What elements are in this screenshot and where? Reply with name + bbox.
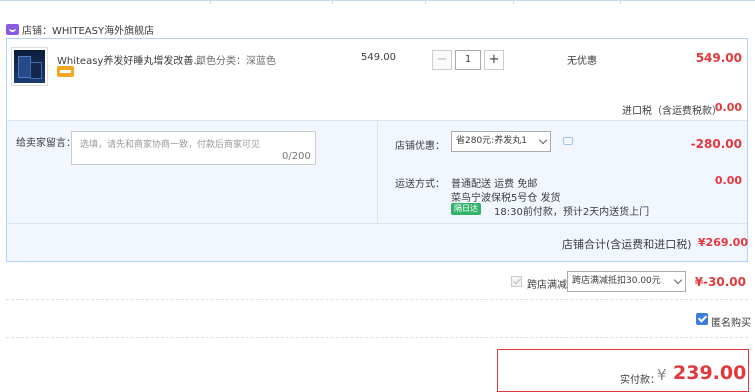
shipping-eta: 18:30前付款，预计2天内送货上门 — [494, 207, 650, 218]
next-day-badge: 隔日达 — [451, 203, 481, 215]
shop-discount-value: -280.00 — [690, 137, 742, 151]
product-title[interactable]: Whiteasy养发好睡丸增发改善... — [57, 52, 203, 67]
chevron-down-icon — [673, 275, 683, 285]
qty-input[interactable]: 1 — [455, 50, 481, 70]
shop-discount-selected: 省280元:养发丸1 — [456, 136, 527, 146]
chat-icon[interactable] — [563, 137, 573, 145]
card-payment-icon — [57, 66, 74, 77]
shipping-label: 运送方式： — [395, 179, 445, 190]
cross-store-value: ¥-30.00 — [694, 275, 746, 289]
cross-store-select[interactable]: 跨店满减抵扣30.00元 — [567, 271, 686, 292]
dashed-divider — [6, 337, 748, 338]
message-char-count: 0/200 — [282, 151, 311, 162]
shop-name[interactable]: 店铺：WHITEASY海外旗舰店 — [22, 22, 154, 37]
quantity-stepper: − 1 + — [432, 50, 504, 70]
message-label: 给卖家留言： — [16, 138, 76, 149]
unit-price: 549.00 — [361, 52, 396, 63]
payment-label: 实付款： — [620, 375, 660, 386]
dashed-divider — [6, 299, 748, 300]
column-divider — [377, 121, 378, 223]
anonymous-checkbox[interactable] — [696, 313, 708, 325]
product-thumbnail[interactable] — [11, 47, 48, 86]
qty-minus-button[interactable]: − — [432, 50, 452, 70]
cross-store-checkbox[interactable] — [511, 276, 522, 287]
cross-store-label: 跨店满减 — [527, 280, 567, 291]
item-subtotal: 549.00 — [695, 51, 742, 65]
divider — [7, 223, 747, 224]
shipping-warehouse: 菜鸟宁波保税5号仓 发货 — [451, 193, 561, 204]
shop-discount-select[interactable]: 省280元:养发丸1 — [451, 131, 551, 152]
shop-total-label: 店铺合计(含运费和进口税) — [562, 238, 692, 251]
import-tax-label: 进口税（含运费税款） — [622, 106, 722, 117]
top-divider — [0, 0, 755, 4]
import-tax-value: 0.00 — [714, 101, 742, 114]
shop-icon — [6, 23, 19, 35]
shop-discount-label: 店铺优惠： — [395, 141, 445, 152]
payment-total: 239.00 — [673, 362, 747, 384]
item-discount: 无优惠 — [567, 56, 597, 67]
payment-currency: ¥ — [657, 366, 667, 384]
qty-plus-button[interactable]: + — [484, 50, 504, 70]
chevron-down-icon — [538, 135, 548, 145]
cross-store-selected: 跨店满减抵扣30.00元 — [572, 276, 661, 286]
shop-header: 店铺：WHITEASY海外旗舰店 — [6, 20, 154, 38]
message-placeholder: 选填，请先和商家协商一致，付款后商家可见 — [80, 140, 261, 150]
product-attribute: 颜色分类：深蓝色 — [196, 56, 276, 67]
anonymous-label: 匿名购买 — [711, 318, 751, 329]
shipping-value: 0.00 — [714, 174, 742, 187]
shop-total-value: ¥269.00 — [697, 236, 748, 249]
shipping-method: 普通配送 运费 免邮 — [451, 179, 538, 190]
